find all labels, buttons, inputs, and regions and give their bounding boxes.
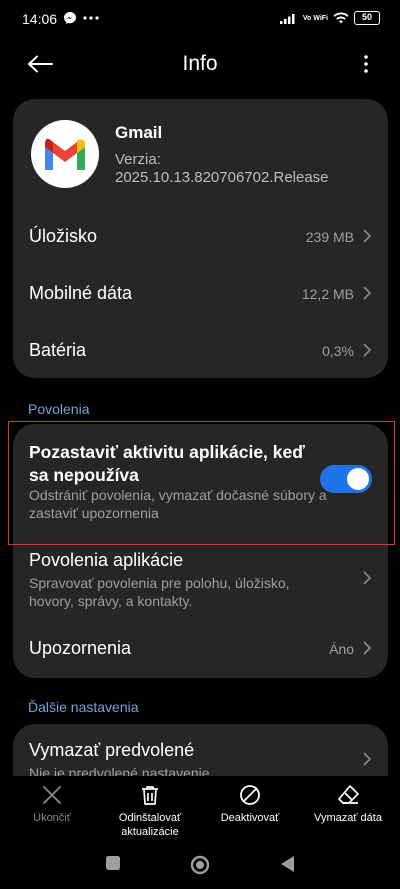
app-version: 2025.10.13.820706702.Release (115, 169, 329, 186)
permissions-section-heading: Povolenia (28, 401, 90, 417)
page-title: Info (182, 52, 218, 75)
uninstall-updates-button[interactable]: Odinštalovať aktualizácie (105, 784, 195, 839)
uninstall-updates-label: Odinštalovať aktualizácie (118, 812, 182, 838)
chevron-right-icon (363, 229, 372, 243)
home-circle-icon (190, 855, 210, 875)
chevron-right-icon (363, 286, 372, 300)
more-notifications-icon (83, 16, 99, 20)
close-icon (43, 786, 61, 804)
mobile-data-value: 12,2 MB (301, 286, 354, 302)
signal-icon (279, 14, 295, 24)
chevron-right-icon (363, 571, 372, 585)
messenger-icon (64, 12, 76, 24)
top-app-bar: Info (0, 40, 400, 88)
battery-row[interactable]: Batéria 0,3% (13, 321, 388, 377)
vowifi-label: Vo WiFi (302, 14, 328, 22)
pause-activity-toggle[interactable] (320, 465, 372, 493)
back-nav-button[interactable] (280, 855, 296, 873)
pause-activity-row[interactable]: Pozastaviť aktivitu aplikácie, keď sa ne… (13, 424, 388, 544)
app-version-label: Verzia: (115, 151, 161, 168)
system-nav-bar (0, 845, 400, 885)
recents-button[interactable] (105, 855, 121, 871)
app-info-card: Gmail Verzia: 2025.10.13.820706702.Relea… (13, 99, 388, 378)
chevron-right-icon (363, 343, 372, 357)
eraser-icon (338, 785, 359, 804)
storage-value: 239 MB (305, 229, 354, 245)
more-options-button[interactable] (358, 50, 374, 78)
app-permissions-title: Povolenia aplikácie (29, 550, 184, 570)
app-name: Gmail (115, 123, 163, 142)
clear-defaults-row[interactable]: Vymazať predvolené Nie je predvolené nas… (13, 724, 388, 784)
battery-value: 0,3% (322, 343, 354, 359)
storage-label: Úložisko (29, 226, 98, 246)
app-permissions-row[interactable]: Povolenia aplikácie Spravovať povolenia … (13, 544, 388, 614)
app-header: Gmail Verzia: 2025.10.13.820706702.Relea… (13, 99, 388, 199)
gmail-logo-icon (31, 120, 99, 188)
wifi-icon (333, 12, 349, 24)
status-time: 14:06 (22, 11, 58, 27)
app-permissions-subtitle: Spravovať povolenia pre polohu, úložisko… (29, 575, 290, 609)
force-stop-button[interactable]: Ukončiť (22, 784, 82, 825)
toggle-knob (347, 468, 369, 490)
more-vertical-icon (364, 55, 368, 73)
permissions-card: Pozastaviť aktivitu aplikácie, keď sa ne… (13, 424, 388, 678)
notifications-title: Upozornenia (29, 638, 132, 658)
pause-activity-subtitle: Odstrániť povolenia, vymazať dočasné súb… (29, 487, 327, 521)
notifications-value: Áno (329, 641, 354, 657)
clear-defaults-title: Vymazať predvolené (29, 740, 195, 760)
battery-label: Batéria (29, 340, 87, 360)
pause-activity-title: Pozastaviť aktivitu aplikácie, keď sa ne… (29, 442, 305, 485)
chevron-right-icon (363, 752, 372, 766)
mobile-data-label: Mobilné dáta (29, 283, 133, 303)
mobile-data-row[interactable]: Mobilné dáta 12,2 MB (13, 264, 388, 320)
disable-button[interactable]: Deaktivovať (213, 784, 287, 825)
force-stop-label: Ukončiť (33, 812, 71, 824)
more-settings-section-heading: Ďalšie nastavenia (28, 699, 139, 715)
disable-label: Deaktivovať (220, 812, 280, 824)
notifications-row[interactable]: Upozornenia Áno (13, 620, 388, 676)
more-settings-card: Vymazať predvolené Nie je predvolené nas… (13, 724, 388, 784)
clear-data-label: Vymazať dáta (314, 812, 382, 824)
status-bar: 14:06 Vo WiFi 50 (0, 0, 400, 36)
trash-icon (142, 786, 158, 805)
bottom-action-bar: Ukončiť Odinštalovať aktualizácie Deakti… (0, 776, 400, 838)
disable-icon (240, 785, 260, 805)
storage-row[interactable]: Úložisko 239 MB (13, 207, 388, 263)
square-icon (106, 856, 120, 870)
clear-data-button[interactable]: Vymazať dáta (307, 784, 389, 825)
home-button[interactable] (190, 855, 210, 875)
battery-icon: 50 (354, 11, 380, 25)
triangle-back-icon (281, 856, 294, 872)
chevron-right-icon (363, 641, 372, 655)
